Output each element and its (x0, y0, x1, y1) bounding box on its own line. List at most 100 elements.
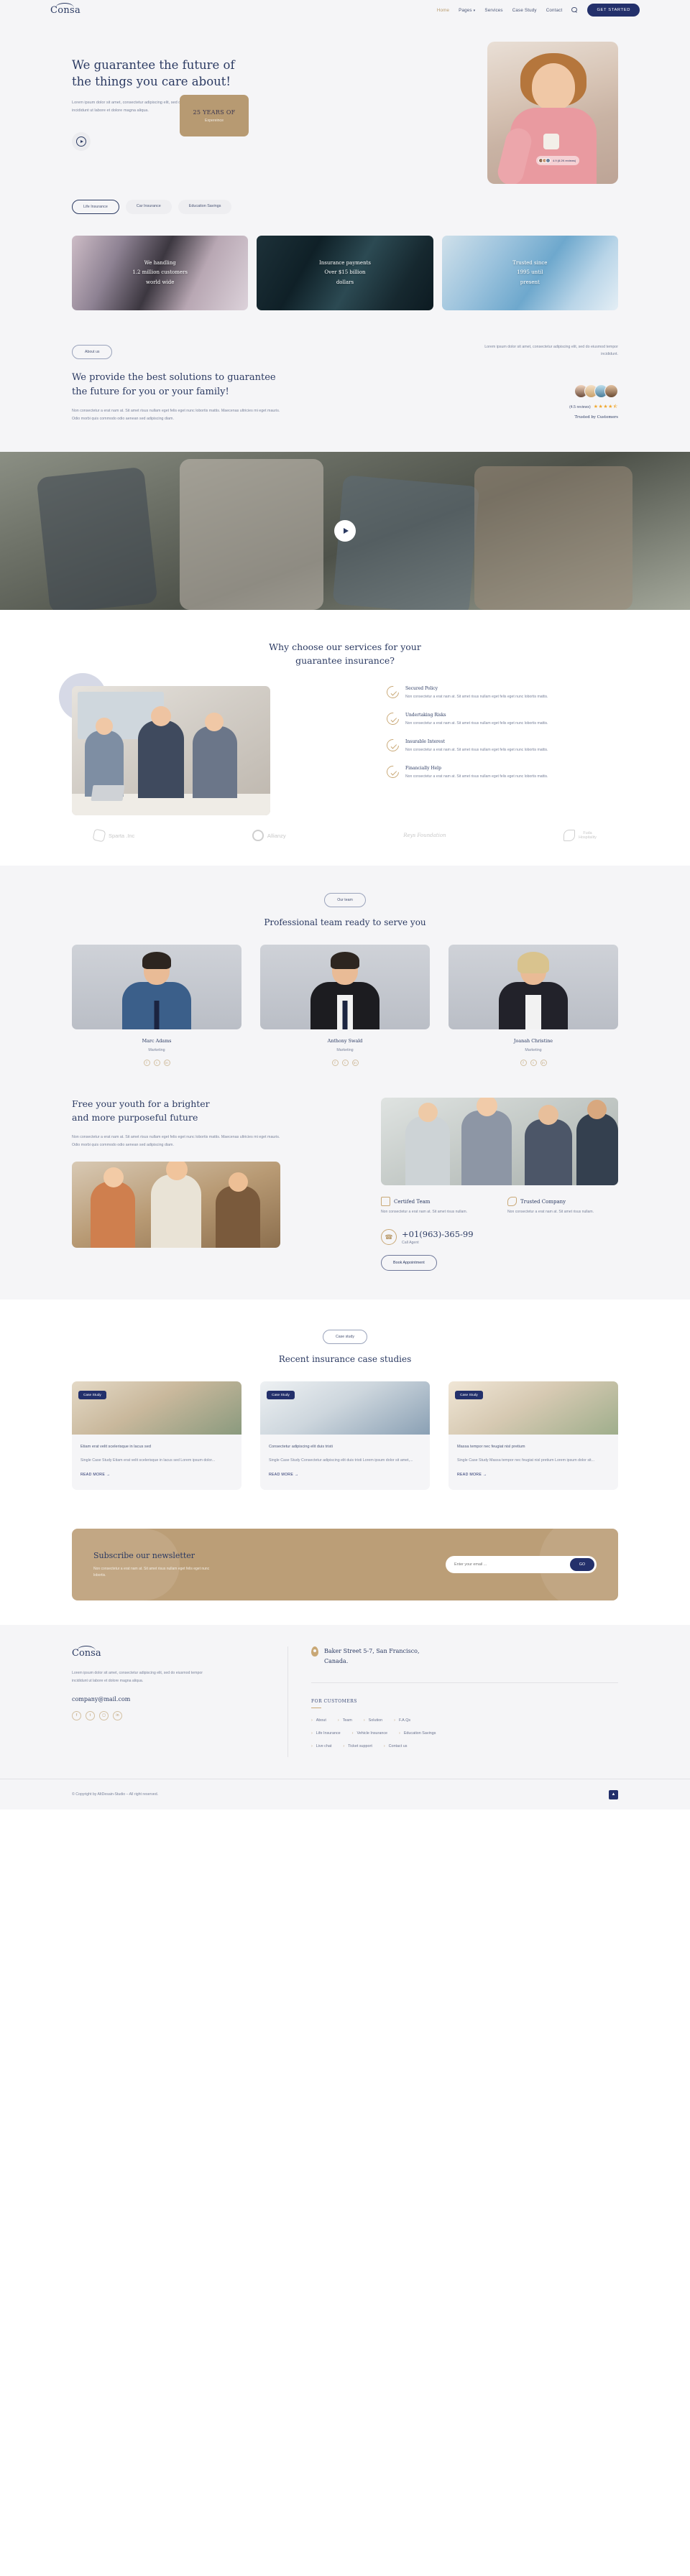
feature-desc: Non consectetur a erat nam at. Sit amet … (405, 774, 548, 779)
team-section: Our team Professional team ready to serv… (0, 866, 690, 1091)
nav-item-services[interactable]: Services (484, 8, 502, 13)
footer-link-education-savings[interactable]: › Education Savings (399, 1731, 436, 1736)
footer-link-faqs[interactable]: › F.A.Qs (394, 1718, 410, 1723)
feature-title: Undertaking Risks (405, 713, 446, 718)
footer-link-life-insurance[interactable]: › Life Insurance (311, 1731, 341, 1736)
team-member-role: Marketing (148, 1048, 165, 1053)
footer-link-vehicle-insurance[interactable]: › Vehicle Insurance (352, 1731, 387, 1736)
hero-play-button[interactable] (72, 131, 91, 151)
twitter-icon[interactable]: t (530, 1060, 537, 1067)
call-agent-row[interactable]: ☎ +01(963)-365-99 Call Agent (381, 1229, 618, 1246)
facebook-icon[interactable]: f (143, 1060, 150, 1067)
linkedin-icon[interactable]: in (540, 1060, 547, 1067)
play-icon (76, 136, 86, 147)
main-nav: Home Pages ▾ Services Case Study Contact … (437, 4, 640, 17)
footer-description: Lorem ipsum dolor sit amet, consectetur … (72, 1671, 203, 1683)
feature-list: Secured Policy Non consectetur a erat na… (384, 683, 618, 792)
footer-link-about[interactable]: › About (311, 1718, 326, 1723)
logo-allianzy: Allianzy (252, 830, 286, 842)
chevron-right-icon: › (399, 1731, 400, 1736)
book-appointment-button[interactable]: Book Appointment (381, 1255, 437, 1271)
phone-icon: ☎ (381, 1229, 397, 1246)
why-title: Why choose our services for your guarante… (269, 641, 421, 667)
hero-title: We guarantee the future of the things yo… (72, 57, 345, 91)
chevron-down-icon: ▾ (473, 8, 476, 13)
back-to-top-button[interactable]: ▲ (609, 1789, 618, 1799)
read-more-link[interactable]: READ MORE → (457, 1473, 487, 1477)
hero-section: We guarantee the future of the things yo… (0, 20, 690, 310)
newsletter-submit-button[interactable]: GO (569, 1558, 594, 1572)
footer-logo[interactable]: Consa (72, 1646, 101, 1659)
hero-rating-badge: 4.9 (8.2K reviews) (536, 156, 580, 165)
linkedin-icon[interactable]: in (163, 1060, 170, 1067)
case-card[interactable]: Case Study Massa tempor nec feugiat nisl… (448, 1381, 618, 1491)
case-tag[interactable]: Case study (323, 1330, 367, 1345)
stat-card-trusted[interactable]: Trusted since 1995 until present (441, 236, 618, 310)
stat-card-payments[interactable]: Insurance payments Over $15 billion dollar… (257, 236, 433, 310)
case-card[interactable]: Case Study Consectetur adipiscing elit d… (260, 1381, 430, 1491)
banner-play-button[interactable] (334, 519, 356, 542)
read-more-link[interactable]: READ MORE → (269, 1473, 298, 1477)
facebook-icon[interactable]: f (520, 1060, 527, 1067)
nav-item-case-study[interactable]: Case Study (512, 8, 537, 13)
footer-link-ticket-support[interactable]: › Ticket support (343, 1744, 372, 1748)
team-member-photo (448, 945, 618, 1030)
play-icon (343, 527, 349, 534)
twitter-icon[interactable]: t (86, 1710, 95, 1720)
trust-card-title: Certifed Team (394, 1198, 431, 1205)
get-started-button[interactable]: GET STARTED (587, 4, 640, 17)
feature-item: Insurable Interest Non consectetur a era… (384, 736, 618, 754)
nav-item-home[interactable]: Home (437, 8, 449, 13)
logo-sparta: Sparta .Inc (92, 828, 134, 843)
footer-link-solution[interactable]: › Solution (364, 1718, 382, 1723)
stars-icon: ★★★★⯪ (593, 404, 618, 409)
pill-education-savings[interactable]: Education Savings (178, 200, 232, 214)
twitter-icon[interactable]: t (153, 1060, 160, 1067)
footer-link-team[interactable]: › Team (338, 1718, 352, 1723)
footer-links-heading: FOR CUSTOMERS (311, 1699, 357, 1705)
instagram-icon[interactable]: ◻ (99, 1710, 109, 1720)
feature-title: Secured Policy (405, 686, 438, 692)
phone-number[interactable]: +01(963)-365-99 (402, 1229, 474, 1239)
footer-email[interactable]: company@mail.com (72, 1696, 266, 1702)
feature-desc: Non consectetur a erat nam at. Sit amet … (405, 721, 548, 726)
footer-link-contact-us[interactable]: › Contact us (384, 1744, 408, 1748)
read-more-link[interactable]: READ MORE → (80, 1473, 110, 1477)
pill-car-insurance[interactable]: Car Insurance (125, 200, 172, 214)
facebook-icon[interactable]: f (72, 1710, 81, 1720)
about-section: About us We provide the best solutions t… (0, 310, 690, 452)
fuda-logo-icon (564, 830, 576, 842)
team-tag[interactable]: Our team (324, 893, 366, 908)
linkedin-icon[interactable]: in (351, 1060, 359, 1067)
feature-title: Insurable Interest (405, 739, 445, 745)
feature-item: Secured Policy Non consectetur a erat na… (384, 683, 618, 701)
twitter-icon[interactable]: t (341, 1060, 349, 1067)
about-tag[interactable]: About us (72, 345, 113, 359)
chevron-right-icon: › (351, 1731, 354, 1736)
hero-title-line2: the things you care about! (72, 74, 231, 88)
nav-item-contact[interactable]: Contact (546, 8, 563, 13)
case-card[interactable]: Case Study Etiam erat velit scelerisque … (72, 1381, 242, 1491)
pill-life-insurance[interactable]: Life Insurance (72, 200, 119, 214)
chevron-right-icon: › (343, 1744, 345, 1749)
case-badge: Case Study (455, 1391, 483, 1400)
linkedin-icon[interactable]: in (113, 1710, 122, 1720)
team-title: Professional team ready to serve you (264, 917, 426, 928)
team-member-photo (72, 945, 242, 1030)
check-circle-icon (384, 710, 402, 728)
footer-link-live-chat[interactable]: › Live chat (311, 1744, 331, 1748)
case-image: Case Study (260, 1381, 430, 1435)
feature-desc: Non consectetur a erat nam at. Sit amet … (405, 695, 548, 700)
youth-body: Non consectetur a erat nam at. Sit amet … (72, 1134, 280, 1147)
search-icon[interactable] (571, 6, 578, 14)
nav-item-pages[interactable]: Pages ▾ (459, 8, 475, 13)
facebook-icon[interactable]: f (331, 1060, 339, 1067)
case-heading: Etiam erat velit scelerisque in lacus se… (80, 1445, 151, 1450)
chevron-right-icon: › (311, 1718, 313, 1723)
case-image: Case Study (448, 1381, 618, 1435)
stat-card-customers[interactable]: We handling 1.2 million customers world wi… (72, 236, 249, 310)
newsletter-email-input[interactable] (454, 1562, 570, 1567)
brand-logo[interactable]: Consa (50, 2, 80, 16)
trusted-label: Trusted by Customers (574, 414, 618, 420)
case-badge: Case Study (267, 1391, 295, 1400)
